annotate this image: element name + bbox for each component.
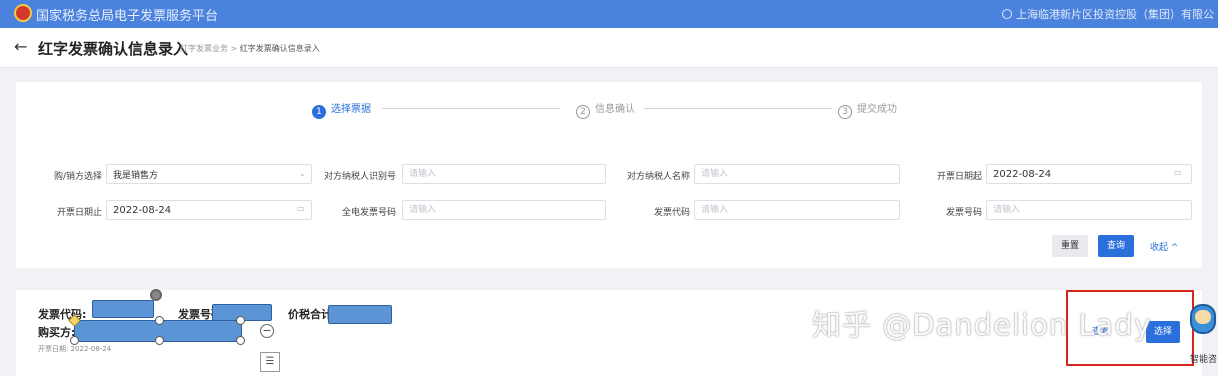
step-3-label: 提交成功 <box>857 104 897 115</box>
page-title: 红字发票确认信息录入 <box>38 40 189 58</box>
selection-handle-icon[interactable] <box>155 316 164 325</box>
page-header: ← 红字发票确认信息录入 红字发票业务 > 红字发票确认信息录入 <box>0 28 1218 68</box>
robot-face <box>1195 310 1211 324</box>
date-from-input[interactable] <box>986 164 1192 184</box>
rotate-handle-icon[interactable] <box>150 289 162 301</box>
assistant-label[interactable]: 智能咨 <box>1190 352 1217 365</box>
step-1-label: 选择票据 <box>331 104 371 115</box>
step-2-label: 信息确认 <box>595 104 635 115</box>
chevron-down-icon: ⌄ <box>299 169 306 178</box>
query-button[interactable]: 查询 <box>1098 235 1134 257</box>
layout-options-icon[interactable]: ☰ <box>260 352 280 372</box>
back-arrow-icon[interactable]: ← <box>14 37 27 56</box>
full-invoice-no-input[interactable] <box>402 200 606 220</box>
selection-handle-icon[interactable] <box>236 336 245 345</box>
user-icon <box>1002 9 1012 19</box>
step-2: 2 信息确认 <box>576 100 635 119</box>
invoice-no-input[interactable] <box>986 200 1192 220</box>
date-from-label: 开票日期起 <box>936 172 982 182</box>
role-select[interactable] <box>106 164 312 184</box>
calendar-icon: ▭ <box>1174 168 1182 177</box>
step-3-number: 3 <box>838 105 852 119</box>
redacted-invoice-code <box>92 300 154 318</box>
step-2-number: 2 <box>576 105 590 119</box>
invoice-code-input[interactable] <box>694 200 900 220</box>
filter-card: 1 选择票据 2 信息确认 3 提交成功 购/销方选择 ⌄ 对方纳税人识别号 对方纳税… <box>16 82 1202 268</box>
tax-name-label: 对方纳税人名称 <box>626 172 690 182</box>
step-connector-1 <box>382 108 560 109</box>
calendar-icon: ▭ <box>297 204 305 213</box>
minus-circle-icon[interactable]: − <box>260 324 274 338</box>
user-name: 上海临港新片区投资控股（集团）有限公 <box>1016 8 1214 21</box>
date-to-label: 开票日期止 <box>56 208 102 218</box>
collapse-toggle[interactable]: 收起 ^ <box>1150 240 1178 253</box>
step-1-number: 1 <box>312 105 326 119</box>
date-to-input[interactable] <box>106 200 312 220</box>
selection-handle-icon[interactable] <box>236 316 245 325</box>
step-connector-2 <box>644 108 832 109</box>
top-bar: 国家税务总局电子发票服务平台 上海临港新片区投资控股（集团）有限公 <box>0 0 1218 28</box>
reset-button[interactable]: 重置 <box>1052 235 1088 257</box>
app-title: 国家税务总局电子发票服务平台 <box>36 9 219 24</box>
redacted-total-amount <box>328 305 392 324</box>
step-1: 1 选择票据 <box>312 100 371 119</box>
tax-id-label: 对方纳税人识别号 <box>323 172 396 182</box>
highlight-box <box>1066 290 1194 366</box>
step-3: 3 提交成功 <box>838 100 897 119</box>
breadcrumb-current: 红字发票确认信息录入 <box>239 44 320 53</box>
tax-name-input[interactable] <box>694 164 900 184</box>
assistant-robot-icon[interactable] <box>1188 296 1218 350</box>
selection-handle-icon[interactable] <box>155 336 164 345</box>
tax-emblem-logo-icon <box>14 4 32 22</box>
breadcrumb-separator: > <box>230 44 238 53</box>
breadcrumb: 红字发票业务 > 红字发票确认信息录入 <box>180 43 320 54</box>
invoice-code-label: 发票代码 <box>653 208 690 218</box>
user-menu[interactable]: 上海临港新片区投资控股（集团）有限公 <box>1002 6 1214 22</box>
invoice-date: 开票日期: 2022-08-24 <box>38 345 112 353</box>
breadcrumb-parent[interactable]: 红字发票业务 <box>180 44 228 53</box>
role-label: 购/销方选择 <box>53 172 102 182</box>
tax-id-input[interactable] <box>402 164 606 184</box>
invoice-no-label: 发票号码 <box>945 208 982 218</box>
full-invoice-no-label: 全电发票号码 <box>341 208 396 218</box>
